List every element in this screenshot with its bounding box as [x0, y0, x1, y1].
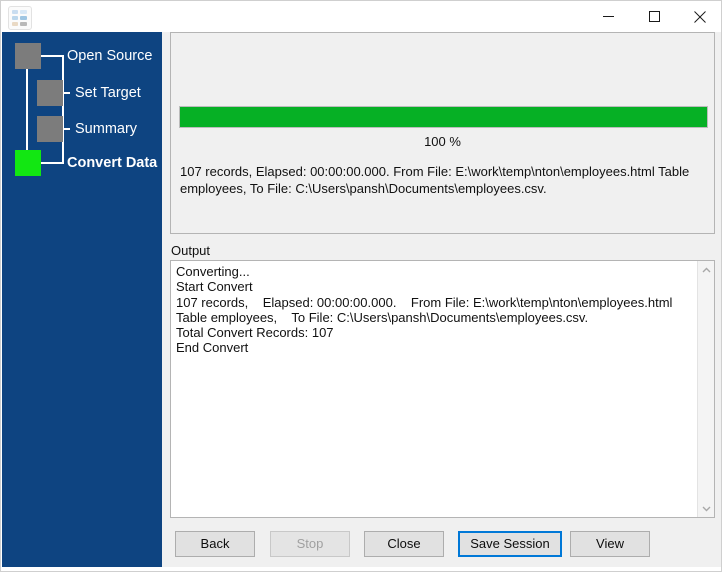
view-button[interactable]: View [570, 531, 650, 557]
window-controls [585, 1, 721, 32]
save-session-button[interactable]: Save Session [458, 531, 562, 557]
close-button[interactable]: Close [364, 531, 444, 557]
sidebar-item-open-source[interactable]: Open Source [15, 43, 152, 69]
application-window: Open Source Set Target Summary Convert D… [0, 0, 722, 572]
output-log-text: Converting... Start Convert 107 records,… [176, 264, 673, 356]
sidebar-item-set-target[interactable]: Set Target [37, 80, 141, 106]
step-marker-open-source [15, 43, 41, 69]
progress-percent-label: 100 % [424, 134, 461, 149]
chevron-up-icon[interactable] [698, 261, 714, 278]
window-bottom-edge [1, 567, 721, 571]
app-grid-icon [8, 6, 32, 30]
back-button[interactable]: Back [175, 531, 255, 557]
chevron-down-icon[interactable] [698, 500, 714, 517]
status-text: 107 records, Elapsed: 00:00:00.000. From… [180, 163, 710, 197]
maximize-icon[interactable] [631, 1, 677, 32]
minimize-icon[interactable] [585, 1, 631, 32]
sidebar-item-label: Convert Data [67, 155, 158, 171]
sidebar-item-label: Summary [75, 121, 138, 137]
sidebar-item-convert-data[interactable]: Convert Data [15, 150, 157, 176]
step-marker-set-target [37, 80, 63, 106]
step-marker-summary [37, 116, 63, 142]
progress-bar [179, 106, 708, 128]
connector-line [62, 56, 64, 163]
sidebar-item-label: Set Target [75, 85, 141, 101]
connector-line [26, 69, 28, 161]
wizard-step-list: Open Source Set Target Summary Convert D… [2, 38, 162, 178]
step-marker-convert-data [15, 150, 41, 176]
status-line-2: To File: C:\Users\pansh\Documents\employ… [249, 181, 547, 196]
sidebar-item-summary[interactable]: Summary [37, 116, 137, 142]
output-scrollbar[interactable] [697, 261, 714, 517]
output-log-box[interactable]: Converting... Start Convert 107 records,… [170, 260, 715, 518]
output-label: Output [171, 243, 211, 258]
progress-panel: 100 % 107 records, Elapsed: 00:00:00.000… [170, 32, 715, 234]
progress-bar-fill [180, 107, 707, 127]
stop-button: Stop [270, 531, 350, 557]
wizard-sidebar: Open Source Set Target Summary Convert D… [2, 32, 162, 571]
close-icon[interactable] [677, 1, 721, 32]
title-bar [1, 1, 721, 32]
sidebar-item-label: Open Source [67, 48, 153, 64]
button-bar: Back Stop Close Save Session View [170, 531, 715, 559]
